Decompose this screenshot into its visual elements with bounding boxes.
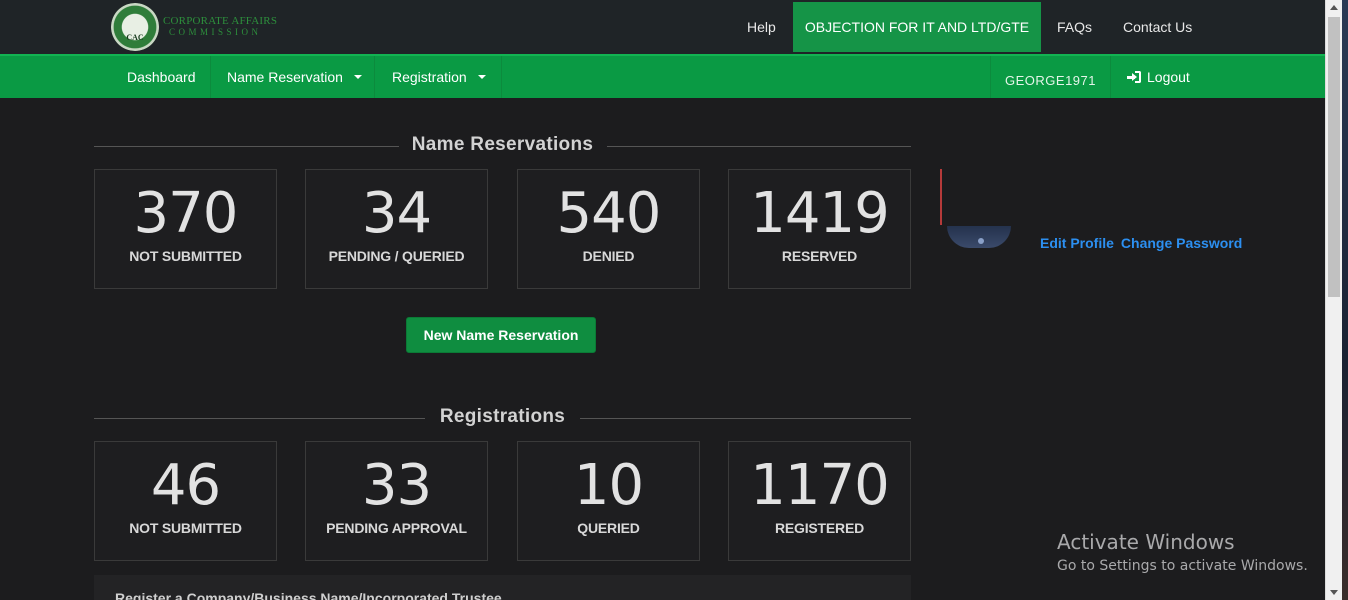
nav-registration-dropdown[interactable]: Registration	[392, 56, 486, 98]
register-panel: Register a Company/Business Name/Incorpo…	[94, 575, 911, 600]
vertical-scrollbar[interactable]	[1325, 0, 1342, 600]
stat-value: 1419	[750, 181, 890, 246]
nav-name-reservation-label: Name Reservation	[227, 69, 343, 85]
watermark-line1: Activate Windows	[1057, 530, 1235, 554]
cac-logo[interactable]: CAC CORPORATE AFFAIRS COMMISSION	[111, 3, 277, 51]
stat-card-reserved[interactable]: 1419 RESERVED	[728, 169, 911, 289]
nav-divider	[374, 56, 375, 98]
top-header: CAC CORPORATE AFFAIRS COMMISSION Help OB…	[0, 0, 1325, 54]
profile-links: Edit Profile Change Password	[1040, 235, 1249, 251]
registrations-heading: Registrations	[94, 406, 911, 430]
stat-label: RESERVED	[781, 248, 858, 264]
logo-text-line1: CORPORATE AFFAIRS	[163, 15, 278, 27]
stat-label: REGISTERED	[774, 520, 864, 536]
stat-card-reg-not-submitted[interactable]: 46 NOT SUBMITTED	[94, 441, 277, 561]
stat-card-pending-approval[interactable]: 33 PENDING APPROVAL	[305, 441, 488, 561]
nav-objection[interactable]: OBJECTION FOR IT AND LTD/GTE	[793, 2, 1041, 52]
stat-card-pending-queried[interactable]: 34 PENDING / QUERIED	[305, 169, 488, 289]
logo-text-line2: COMMISSION	[169, 27, 262, 37]
stat-label: PENDING APPROVAL	[326, 520, 467, 536]
activate-windows-watermark: Activate Windows Go to Settings to activ…	[1057, 530, 1308, 574]
stat-value: 33	[361, 453, 432, 518]
stat-label: PENDING / QUERIED	[328, 248, 465, 264]
stat-card-registered[interactable]: 1170 REGISTERED	[728, 441, 911, 561]
nav-divider	[990, 56, 991, 98]
stat-value: 34	[361, 181, 432, 246]
logout-link[interactable]: Logout	[1127, 56, 1190, 98]
name-reservations-heading: Name Reservations	[94, 134, 911, 158]
stat-value: 370	[133, 181, 239, 246]
nav-name-reservation-dropdown[interactable]: Name Reservation	[227, 56, 362, 98]
main-nav-bar: Dashboard Name Reservation Registration …	[0, 54, 1325, 98]
stat-label: NOT SUBMITTED	[129, 248, 242, 264]
stat-value: 540	[556, 181, 662, 246]
nav-divider	[1110, 56, 1111, 98]
stat-card-queried[interactable]: 10 QUERIED	[517, 441, 700, 561]
desktop-edge	[1342, 0, 1348, 600]
stat-value: 1170	[750, 453, 890, 518]
caret-down-icon	[353, 75, 362, 79]
stat-card-not-submitted[interactable]: 370 NOT SUBMITTED	[94, 169, 277, 289]
profile-accent-bar	[940, 169, 942, 225]
nav-contact-us[interactable]: Contact Us	[1123, 2, 1192, 52]
nav-divider	[210, 56, 211, 98]
nav-registration-label: Registration	[392, 69, 467, 85]
nav-faqs[interactable]: FAQs	[1057, 2, 1092, 52]
new-name-reservation-button[interactable]: New Name Reservation	[406, 317, 596, 353]
nav-user-dropdown[interactable]: GEORGE1971	[1005, 56, 1096, 98]
nav-divider	[501, 56, 502, 98]
scroll-up-icon[interactable]	[1330, 5, 1338, 10]
scroll-down-icon[interactable]	[1330, 590, 1338, 595]
avatar	[947, 226, 1011, 248]
stat-label: QUERIED	[577, 520, 640, 536]
stat-value: 10	[573, 453, 644, 518]
change-password-link[interactable]: Change Password	[1121, 235, 1242, 251]
caret-down-icon	[477, 75, 486, 79]
stat-card-denied[interactable]: 540 DENIED	[517, 169, 700, 289]
watermark-line2: Go to Settings to activate Windows.	[1057, 558, 1308, 574]
sign-in-icon	[1127, 71, 1141, 83]
register-panel-title[interactable]: Register a Company/Business Name/Incorpo…	[115, 590, 502, 600]
cac-seal-icon: CAC	[111, 3, 159, 51]
stat-label: NOT SUBMITTED	[129, 520, 242, 536]
logout-label: Logout	[1147, 69, 1190, 85]
stat-label: DENIED	[582, 248, 635, 264]
scroll-thumb[interactable]	[1328, 17, 1340, 297]
edit-profile-link[interactable]: Edit Profile	[1040, 235, 1114, 251]
nav-dashboard[interactable]: Dashboard	[127, 56, 196, 98]
nav-help[interactable]: Help	[747, 2, 776, 52]
stat-value: 46	[150, 453, 221, 518]
